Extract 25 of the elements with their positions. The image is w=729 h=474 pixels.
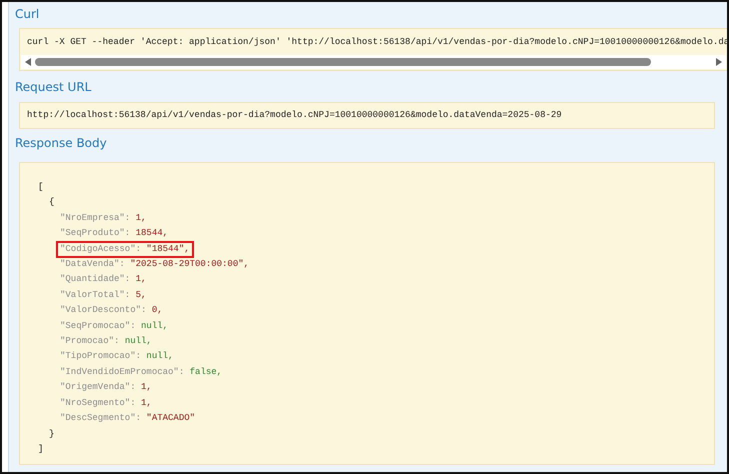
json-brace: { (48, 196, 56, 210)
section-heading: Curl (15, 6, 40, 22)
json-line: "ValorTotal": 5, (59, 288, 148, 302)
json-brace: } (48, 428, 56, 440)
section-heading: Response Body (15, 135, 108, 151)
json-line: "NroEmpresa": 1, (59, 212, 148, 225)
json-line: "SeqPromocao": null, (59, 320, 170, 333)
scrollbar-thumb[interactable] (35, 58, 652, 66)
scroll-left-icon[interactable] (25, 58, 31, 66)
json-line: "SeqProduto": 18544, (59, 227, 170, 240)
json-bracket: [ (38, 181, 44, 194)
scroll-right-icon[interactable] (716, 58, 722, 66)
json-line: "Quantidade": 1, (59, 273, 148, 286)
json-line: "OrigemVenda": 1, (59, 381, 153, 394)
request-url: http://localhost:56138/api/v1/vendas-por-dia?modelo.cNPJ=10010000000126&modelo.dataVenda=2025-08-29 (26, 109, 563, 122)
json-line: "NroSegmento": 1, (59, 396, 153, 410)
json-line: "ValorDesconto": 0, (59, 304, 164, 318)
json-line: "TipoPromocao": null, (59, 350, 174, 364)
json-line: "DescSegmento": "ATACADO" (59, 412, 196, 426)
json-line: "Promocao": null, (59, 335, 153, 348)
json-bracket: ] (38, 442, 44, 456)
horizontal-scrollbar[interactable] (21, 55, 726, 69)
json-line: "DataVenda": "2025-08-29T00:00:00", (59, 258, 250, 272)
section-heading: Request URL (15, 79, 92, 95)
json-line: "IndVendidoEmPromocao": false, (59, 366, 224, 379)
